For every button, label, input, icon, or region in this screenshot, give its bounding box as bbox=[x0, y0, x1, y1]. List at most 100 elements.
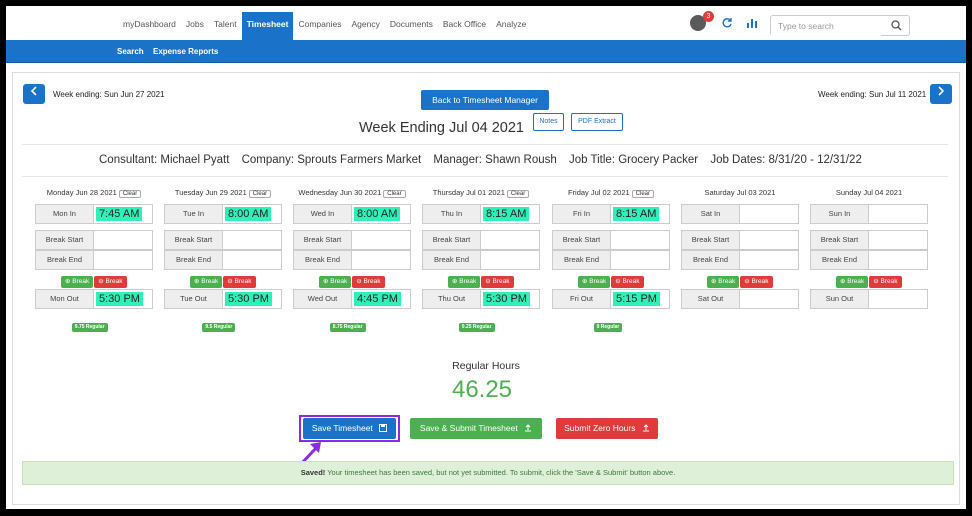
time-out-field[interactable]: Fri Out 5:15 PM bbox=[552, 289, 670, 309]
add-break-button[interactable]: ⊕ Break bbox=[836, 276, 869, 288]
time-out-field-value[interactable]: 5:30 PM bbox=[96, 292, 143, 306]
break-end-field-value[interactable] bbox=[225, 253, 231, 267]
break-start-field-value[interactable] bbox=[96, 233, 102, 247]
nav-item-documents[interactable]: Documents bbox=[385, 12, 438, 40]
break-start-field-value[interactable] bbox=[225, 233, 231, 247]
nav-item-mydashboard[interactable]: myDashboard bbox=[118, 12, 181, 40]
time-out-field-value[interactable]: 5:30 PM bbox=[225, 292, 272, 306]
next-week-button[interactable] bbox=[930, 84, 952, 104]
break-end-field[interactable]: Break End bbox=[164, 250, 282, 270]
add-break-button[interactable]: ⊕ Break bbox=[61, 276, 94, 288]
nav-item-back-office[interactable]: Back Office bbox=[438, 12, 491, 40]
time-out-field-value[interactable] bbox=[742, 292, 748, 306]
nav-item-companies[interactable]: Companies bbox=[293, 12, 346, 40]
time-in-field[interactable]: Wed In 8:00 AM bbox=[293, 204, 411, 224]
break-end-field[interactable]: Break End bbox=[810, 250, 928, 270]
add-break-button[interactable]: ⊕ Break bbox=[319, 276, 352, 288]
subnav-search[interactable]: Search bbox=[117, 47, 144, 56]
time-in-field[interactable]: Sun In bbox=[810, 204, 928, 224]
remove-break-button[interactable]: ⊖ Break bbox=[352, 276, 385, 288]
break-start-field[interactable]: Break Start bbox=[810, 230, 928, 250]
time-out-field-value[interactable]: 4:45 PM bbox=[354, 292, 401, 306]
add-break-button[interactable]: ⊕ Break bbox=[707, 276, 740, 288]
time-out-field-label: Thu Out bbox=[423, 290, 481, 308]
add-break-button[interactable]: ⊕ Break bbox=[448, 276, 481, 288]
add-break-button[interactable]: ⊕ Break bbox=[578, 276, 611, 288]
refresh-icon[interactable] bbox=[721, 17, 733, 29]
break-start-field-value[interactable] bbox=[742, 233, 748, 247]
time-in-field-value[interactable]: 8:15 AM bbox=[613, 207, 660, 221]
subnav-expense-reports[interactable]: Expense Reports bbox=[153, 47, 218, 56]
nav-item-agency[interactable]: Agency bbox=[346, 12, 384, 40]
time-out-field[interactable]: Wed Out 4:45 PM bbox=[293, 289, 411, 309]
time-in-field-value[interactable]: 8:00 AM bbox=[225, 207, 272, 221]
prev-week-button[interactable] bbox=[23, 84, 45, 104]
break-end-field[interactable]: Break End bbox=[422, 250, 540, 270]
break-end-field[interactable]: Break End bbox=[552, 250, 670, 270]
time-out-field[interactable]: Sat Out bbox=[681, 289, 799, 309]
notes-button[interactable]: Notes bbox=[533, 113, 564, 131]
time-out-field-value[interactable] bbox=[871, 292, 877, 306]
back-to-timesheet-manager-button[interactable]: Back to Timesheet Manager bbox=[421, 90, 549, 110]
break-start-field[interactable]: Break Start bbox=[164, 230, 282, 250]
time-out-field[interactable]: Tue Out 5:30 PM bbox=[164, 289, 282, 309]
time-out-field[interactable]: Mon Out 5:30 PM bbox=[35, 289, 153, 309]
remove-break-button[interactable]: ⊖ Break bbox=[94, 276, 127, 288]
clear-day-button[interactable]: Clear bbox=[248, 190, 272, 198]
save-timesheet-button[interactable]: Save Timesheet bbox=[303, 418, 396, 439]
break-end-field[interactable]: Break End bbox=[35, 250, 153, 270]
nav-item-analyze[interactable]: Analyze bbox=[491, 12, 531, 40]
break-start-field-value[interactable] bbox=[483, 233, 489, 247]
save-submit-timesheet-button[interactable]: Save & Submit Timesheet bbox=[410, 418, 542, 439]
nav-item-jobs[interactable]: Jobs bbox=[181, 12, 209, 40]
clear-day-button[interactable]: Clear bbox=[118, 190, 142, 198]
break-start-field-value[interactable] bbox=[871, 233, 877, 247]
break-start-field[interactable]: Break Start bbox=[422, 230, 540, 250]
clear-day-button[interactable]: Clear bbox=[506, 190, 530, 198]
pdf-extract-button[interactable]: PDF Extract bbox=[571, 113, 623, 131]
time-in-field-value[interactable] bbox=[871, 207, 877, 221]
remove-break-button[interactable]: ⊖ Break bbox=[481, 276, 514, 288]
nav-item-talent[interactable]: Talent bbox=[209, 12, 242, 40]
break-end-field-value[interactable] bbox=[613, 253, 619, 267]
time-in-field-value[interactable]: 8:00 AM bbox=[354, 207, 401, 221]
time-out-field[interactable]: Sun Out bbox=[810, 289, 928, 309]
break-start-field[interactable]: Break Start bbox=[552, 230, 670, 250]
time-in-field[interactable]: Fri In 8:15 AM bbox=[552, 204, 670, 224]
break-end-field-value[interactable] bbox=[96, 253, 102, 267]
remove-break-button[interactable]: ⊖ Break bbox=[869, 276, 902, 288]
search-input[interactable] bbox=[771, 16, 881, 36]
break-start-field-value[interactable] bbox=[354, 233, 360, 247]
break-start-field[interactable]: Break Start bbox=[681, 230, 799, 250]
break-end-field-value[interactable] bbox=[871, 253, 877, 267]
search-icon[interactable] bbox=[891, 20, 902, 31]
clear-day-button[interactable]: Clear bbox=[383, 190, 406, 198]
break-end-field-value[interactable] bbox=[354, 253, 360, 267]
time-in-field-value[interactable] bbox=[742, 207, 748, 221]
break-start-field[interactable]: Break Start bbox=[35, 230, 153, 250]
manager-info: Manager: Shawn Roush bbox=[433, 154, 557, 166]
time-out-field[interactable]: Thu Out 5:30 PM bbox=[422, 289, 540, 309]
break-start-field[interactable]: Break Start bbox=[293, 230, 411, 250]
add-break-button[interactable]: ⊕ Break bbox=[190, 276, 223, 288]
remove-break-button[interactable]: ⊖ Break bbox=[740, 276, 773, 288]
time-in-field[interactable]: Mon In 7:45 AM bbox=[35, 204, 153, 224]
time-in-field-value[interactable]: 8:15 AM bbox=[483, 207, 530, 221]
submit-zero-hours-button[interactable]: Submit Zero Hours bbox=[556, 418, 658, 439]
time-in-field[interactable]: Sat In bbox=[681, 204, 799, 224]
bar-chart-icon[interactable] bbox=[746, 17, 758, 29]
time-in-field-value[interactable]: 7:45 AM bbox=[96, 207, 143, 221]
time-in-field[interactable]: Thu In 8:15 AM bbox=[422, 204, 540, 224]
remove-break-button[interactable]: ⊖ Break bbox=[611, 276, 644, 288]
break-end-field[interactable]: Break End bbox=[681, 250, 799, 270]
remove-break-button[interactable]: ⊖ Break bbox=[223, 276, 256, 288]
break-end-field-value[interactable] bbox=[742, 253, 748, 267]
break-start-field-value[interactable] bbox=[613, 233, 619, 247]
break-end-field-value[interactable] bbox=[483, 253, 489, 267]
break-end-field[interactable]: Break End bbox=[293, 250, 411, 270]
clear-day-button[interactable]: Clear bbox=[631, 190, 655, 198]
nav-item-timesheet[interactable]: Timesheet bbox=[241, 12, 294, 40]
time-out-field-value[interactable]: 5:30 PM bbox=[483, 292, 530, 306]
time-in-field[interactable]: Tue In 8:00 AM bbox=[164, 204, 282, 224]
time-out-field-value[interactable]: 5:15 PM bbox=[613, 292, 660, 306]
